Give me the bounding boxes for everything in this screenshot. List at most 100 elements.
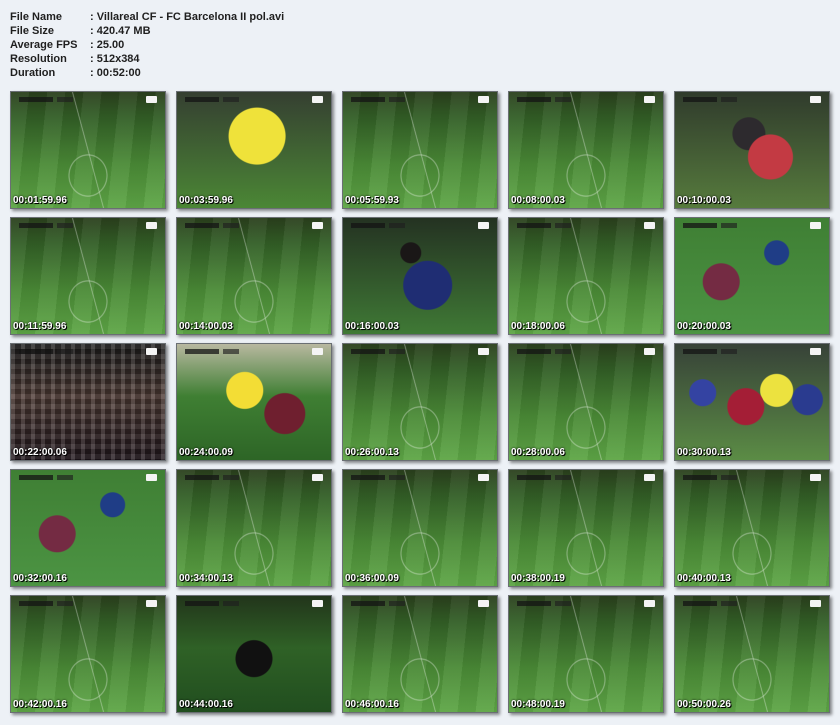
video-thumbnail[interactable]: 00:26:00.13 <box>342 343 498 461</box>
thumbnail-timestamp: 00:11:59.96 <box>13 321 67 332</box>
scoreboard-overlay <box>517 601 571 606</box>
scoreboard-overlay <box>185 475 239 480</box>
info-row-duration: Duration : 00:52:00 <box>10 66 284 80</box>
thumbnail-timestamp: 00:18:00.06 <box>511 321 565 332</box>
video-thumbnail[interactable]: 00:14:00.03 <box>176 217 332 335</box>
thumbnail-timestamp: 00:05:59.93 <box>345 195 399 206</box>
scoreboard-overlay <box>517 475 571 480</box>
thumbnail-timestamp: 00:48:00.19 <box>511 699 565 710</box>
channel-logo-icon <box>810 600 821 607</box>
info-value: : 420.47 MB <box>90 25 151 37</box>
channel-logo-icon <box>312 600 323 607</box>
channel-logo-icon <box>146 600 157 607</box>
video-thumbnail[interactable]: 00:42:00.16 <box>10 595 166 713</box>
video-thumbnail[interactable]: 00:48:00.19 <box>508 595 664 713</box>
info-label: Resolution <box>10 53 67 65</box>
scoreboard-overlay <box>351 475 405 480</box>
thumbnail-timestamp: 00:16:00.03 <box>345 321 399 332</box>
thumbnail-timestamp: 00:38:00.19 <box>511 573 565 584</box>
thumbnail-timestamp: 00:14:00.03 <box>179 321 233 332</box>
thumbnail-timestamp: 00:32:00.16 <box>13 573 67 584</box>
channel-logo-icon <box>312 96 323 103</box>
channel-logo-icon <box>810 96 821 103</box>
thumbnail-timestamp: 00:34:00.13 <box>179 573 233 584</box>
channel-logo-icon <box>478 222 489 229</box>
thumbnail-timestamp: 00:36:00.09 <box>345 573 399 584</box>
scoreboard-overlay <box>517 349 571 354</box>
video-thumbnail[interactable]: 00:34:00.13 <box>176 469 332 587</box>
info-row-file-name: File Name : Villareal CF - FC Barcelona … <box>10 10 284 24</box>
channel-logo-icon <box>146 96 157 103</box>
video-thumbnail[interactable]: 00:46:00.16 <box>342 595 498 713</box>
info-label: Duration <box>10 67 56 79</box>
video-thumbnail[interactable]: 00:50:00.26 <box>674 595 830 713</box>
scoreboard-overlay <box>683 475 737 480</box>
scoreboard-overlay <box>351 349 405 354</box>
thumbnail-timestamp: 00:10:00.03 <box>677 195 731 206</box>
info-value: : 25.00 <box>90 39 125 51</box>
scoreboard-overlay <box>19 601 73 606</box>
thumbnail-timestamp: 00:42:00.16 <box>13 699 67 710</box>
channel-logo-icon <box>312 348 323 355</box>
scoreboard-overlay <box>19 223 73 228</box>
scoreboard-overlay <box>351 223 405 228</box>
scoreboard-overlay <box>185 97 239 102</box>
scoreboard-overlay <box>19 475 73 480</box>
scoreboard-overlay <box>19 97 73 102</box>
info-label: Average FPS <box>10 39 78 51</box>
thumbnail-timestamp: 00:22:00.06 <box>13 447 67 458</box>
video-thumbnail[interactable]: 00:20:00.03 <box>674 217 830 335</box>
info-value: : 512x384 <box>90 53 140 65</box>
info-value: : Villareal CF - FC Barcelona II pol.avi <box>90 11 285 23</box>
video-thumbnail[interactable]: 00:22:00.06 <box>10 343 166 461</box>
scoreboard-overlay <box>351 97 405 102</box>
channel-logo-icon <box>312 474 323 481</box>
video-thumbnail[interactable]: 00:11:59.96 <box>10 217 166 335</box>
video-thumbnail[interactable]: 00:08:00.03 <box>508 91 664 209</box>
channel-logo-icon <box>644 600 655 607</box>
scoreboard-overlay <box>683 97 737 102</box>
thumbnail-timestamp: 00:01:59.96 <box>13 195 67 206</box>
scoreboard-overlay <box>185 349 239 354</box>
scoreboard-overlay <box>683 223 737 228</box>
channel-logo-icon <box>146 348 157 355</box>
thumbnail-timestamp: 00:24:00.09 <box>179 447 233 458</box>
channel-logo-icon <box>478 474 489 481</box>
channel-logo-icon <box>146 474 157 481</box>
video-thumbnail[interactable]: 00:32:00.16 <box>10 469 166 587</box>
channel-logo-icon <box>644 222 655 229</box>
video-thumbnail[interactable]: 00:36:00.09 <box>342 469 498 587</box>
info-row-average-fps: Average FPS : 25.00 <box>10 38 284 52</box>
scoreboard-overlay <box>683 349 737 354</box>
thumbnail-timestamp: 00:03:59.96 <box>179 195 233 206</box>
info-value: : 00:52:00 <box>90 67 141 79</box>
video-thumbnail[interactable]: 00:30:00.13 <box>674 343 830 461</box>
thumbnail-timestamp: 00:28:00.06 <box>511 447 565 458</box>
video-thumbnail[interactable]: 00:10:00.03 <box>674 91 830 209</box>
scoreboard-overlay <box>185 601 239 606</box>
thumbnail-timestamp: 00:30:00.13 <box>677 447 731 458</box>
channel-logo-icon <box>810 222 821 229</box>
info-row-resolution: Resolution : 512x384 <box>10 52 284 66</box>
video-thumbnail[interactable]: 00:16:00.03 <box>342 217 498 335</box>
video-thumbnail[interactable]: 00:40:00.13 <box>674 469 830 587</box>
scoreboard-overlay <box>351 601 405 606</box>
video-thumbnail[interactable]: 00:28:00.06 <box>508 343 664 461</box>
info-row-file-size: File Size : 420.47 MB <box>10 24 284 38</box>
channel-logo-icon <box>312 222 323 229</box>
info-label: File Name <box>10 11 62 23</box>
channel-logo-icon <box>810 474 821 481</box>
scoreboard-overlay <box>517 223 571 228</box>
video-thumbnail[interactable]: 00:03:59.96 <box>176 91 332 209</box>
channel-logo-icon <box>478 96 489 103</box>
video-thumbnail[interactable]: 00:24:00.09 <box>176 343 332 461</box>
channel-logo-icon <box>810 348 821 355</box>
video-thumbnail[interactable]: 00:01:59.96 <box>10 91 166 209</box>
video-thumbnail[interactable]: 00:38:00.19 <box>508 469 664 587</box>
channel-logo-icon <box>644 348 655 355</box>
video-thumbnail[interactable]: 00:44:00.16 <box>176 595 332 713</box>
video-thumbnail[interactable]: 00:18:00.06 <box>508 217 664 335</box>
channel-logo-icon <box>644 474 655 481</box>
video-thumbnail[interactable]: 00:05:59.93 <box>342 91 498 209</box>
info-label: File Size <box>10 25 55 37</box>
